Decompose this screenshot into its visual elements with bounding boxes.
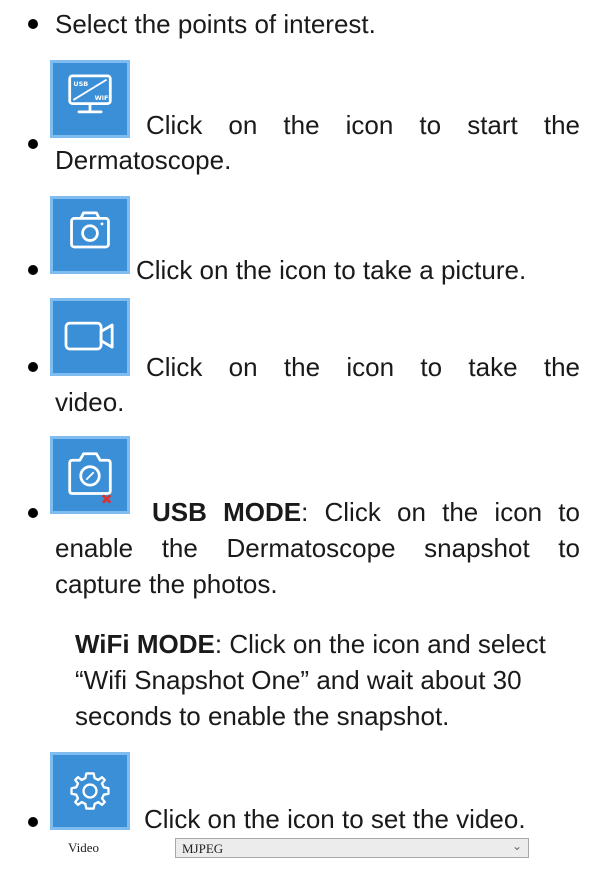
instruction-select-points: Select the points of interest.: [55, 9, 376, 39]
instruction-take-picture: Click on the icon to take a picture.: [136, 255, 527, 285]
video-format-value: MJPEG: [182, 841, 224, 856]
usb-mode-label: USB MODE: [152, 497, 302, 527]
usb-mode-line3: capture the photos.: [55, 569, 278, 599]
wifi-mode-label: WiFi MODE: [75, 629, 215, 659]
usb-mode-line2: enable the Dermatoscope snapshot to: [55, 533, 580, 563]
instruction-take-video-line2: video.: [55, 387, 125, 417]
bullet: [28, 362, 38, 372]
bullet: [28, 19, 38, 29]
bullet: [28, 508, 38, 518]
usb-mode-text: : Click on the icon to: [301, 497, 580, 527]
usb-label: USB: [73, 80, 88, 88]
bullet: [28, 265, 38, 275]
usb-wifi-monitor-icon: USB WiFi: [50, 60, 130, 138]
instruction-take-video-line1: Click on the icon to take the: [146, 352, 580, 382]
wifi-mode-text: : Click on the icon and select: [214, 629, 546, 659]
bullet: [28, 139, 38, 149]
instruction-start-dermatoscope-line1: Click on the icon to start the: [146, 110, 580, 140]
video-setting-row: Video MJPEG ⌄: [63, 838, 531, 858]
video-label: Video: [68, 840, 99, 855]
video-format-select[interactable]: MJPEG ⌄: [175, 838, 529, 858]
wifi-mode-line1: WiFi MODE: Click on the icon and select: [75, 626, 546, 662]
wifi-mode-line3: seconds to enable the snapshot.: [75, 701, 450, 731]
wifi-label: WiFi: [95, 94, 111, 102]
bullet: [28, 817, 38, 827]
snapshot-camera-icon: [50, 436, 130, 514]
chevron-down-icon: ⌄: [511, 839, 522, 853]
usb-mode-line1: USB MODE: Click on the icon to: [152, 494, 580, 530]
video-camera-icon: [50, 298, 130, 376]
instruction-set-video: Click on the icon to set the video.: [144, 804, 526, 834]
instruction-start-dermatoscope-line2: Dermatoscope.: [55, 145, 232, 175]
wifi-mode-line2: “Wifi Snapshot One” and wait about 30: [75, 665, 522, 695]
gear-icon: [50, 752, 130, 830]
camera-icon: [50, 196, 130, 274]
